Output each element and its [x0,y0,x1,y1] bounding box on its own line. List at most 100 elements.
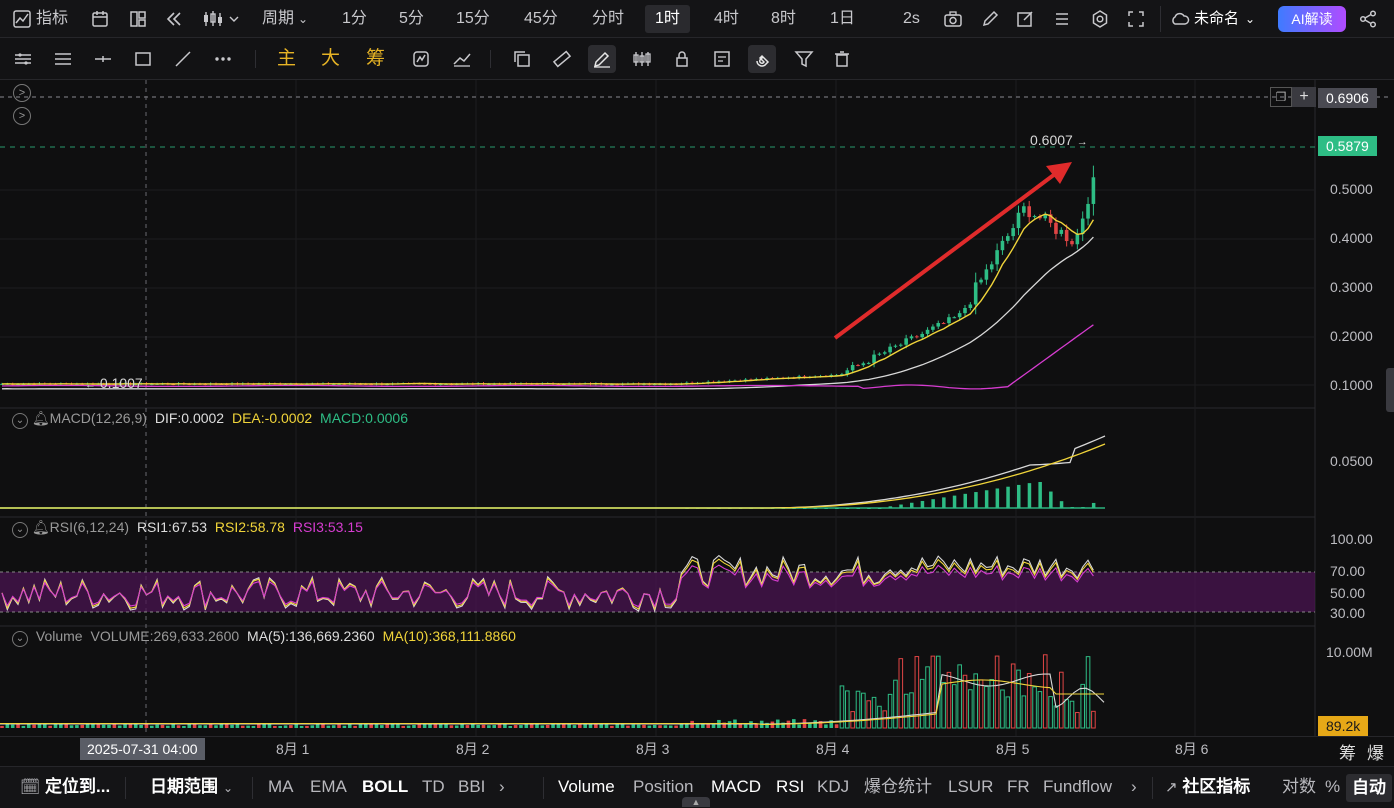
collapse-icon[interactable]: ⌄ [12,631,28,647]
sub-indicator-tab[interactable]: LSUR [948,767,993,808]
interval-button[interactable]: 1时 [645,5,690,33]
sub-indicator-tab[interactable]: Volume [558,767,615,808]
macd-bar [1038,482,1042,508]
refresh-rate[interactable]: 2s [903,0,920,38]
pencil-icon[interactable] [980,9,1000,29]
layout-name-dropdown[interactable]: 未命名 ⌄ [1194,0,1255,38]
trend-line-icon[interactable] [173,49,193,69]
camera-icon[interactable] [943,9,963,29]
sub-indicator-tab[interactable]: FR [1007,767,1030,808]
volume-bar [845,690,850,729]
date-range-dropdown[interactable]: 日期范围 ⌄ [150,767,233,808]
expand-toggle-icon[interactable]: > [13,107,31,125]
lock-icon[interactable] [672,49,692,69]
sub-indicator-tab[interactable]: 爆仓统计 [864,767,932,808]
auto-scale-toggle[interactable]: 自动 [1346,774,1392,802]
collapse-icon[interactable]: ⌄ [12,413,28,429]
main-indicator-tab[interactable]: BOLL [362,767,408,808]
fullscreen-icon[interactable] [1126,9,1146,29]
chip-tool[interactable]: 筹 [366,38,385,80]
indicator-chart-icon[interactable] [12,9,32,29]
volume-bar [337,724,341,728]
volume-bar [353,725,357,728]
arrow-left-icon: ← [85,379,96,391]
layout-split-icon[interactable] [128,9,148,29]
bars-icon[interactable] [632,49,652,69]
rectangle-icon[interactable] [133,49,153,69]
locate-button[interactable]: 🗓︎ 定位到... [20,767,110,808]
horizontal-line-icon[interactable] [93,49,113,69]
community-indicators-button[interactable]: ↗ 社区指标 [1165,767,1250,808]
draw-mode-icon[interactable] [588,45,616,73]
sidebar-handle[interactable] [1386,368,1394,412]
volume-bar [695,724,700,728]
cloud-icon[interactable] [1170,9,1190,29]
volume-bar [668,725,673,728]
indicators-button[interactable]: 指标 [36,0,68,38]
interval-button[interactable]: 1分 [342,0,367,38]
chart-type-dropdown[interactable] [202,9,240,29]
volume-bar [610,725,614,728]
volume-bar [1075,712,1080,729]
more-icon[interactable] [213,49,233,69]
gear-icon[interactable] [1090,9,1110,29]
list-settings-icon[interactable] [1052,9,1072,29]
horizontal-lines-icon[interactable] [53,49,73,69]
ruler-icon[interactable] [552,49,572,69]
interval-button[interactable]: 分时 [592,0,624,38]
calendar-icon[interactable] [90,9,110,29]
add-order-icon[interactable]: + [1292,87,1316,107]
volume-bar [454,725,459,728]
sub-indicator-tab[interactable]: MACD [711,767,761,808]
liquidation-button[interactable]: 爆 [1367,739,1384,764]
volume-bar [701,724,705,728]
bell-icon[interactable]: 🔔︎ [32,519,50,535]
sub-indicator-tab[interactable]: KDJ [817,767,849,808]
popout-icon[interactable] [1015,9,1035,29]
copy-icon[interactable] [512,49,532,69]
volume-bar [513,725,518,728]
main-indicator-tab[interactable]: MA [268,767,294,808]
chart-area[interactable]: > > 0.5000 0.4000 0.3000 0.2000 0.1000 0.690… [0,80,1394,736]
interval-button[interactable]: 1日 [830,0,855,38]
bell-icon[interactable]: 🔔︎ [32,410,50,426]
ai-interpret-button[interactable]: AI解读 [1278,6,1346,32]
volume-bar [465,725,470,728]
interval-button[interactable]: 5分 [399,0,424,38]
panel-expand-handle[interactable]: ▲ [682,797,710,807]
main-indicator-tab[interactable]: TD [422,767,445,808]
filter-icon[interactable] [794,49,814,69]
macd-dif-line [0,435,1106,509]
log-scale-toggle[interactable]: 对数 [1282,767,1316,808]
crosshair-box-icon[interactable]: ❐ [1270,87,1292,107]
main-indicator-tab[interactable]: BBI [458,767,485,808]
auto-draw-icon[interactable] [411,49,431,69]
main-indicator-tab[interactable]: EMA [310,767,347,808]
magnet-icon[interactable] [748,45,776,73]
collapse-icon[interactable]: ⌄ [12,522,28,538]
volume-bar [952,684,957,729]
rewind-icon[interactable] [164,9,184,29]
period-dropdown[interactable]: 周期 ⌄ [262,0,308,38]
signal-tool-icon[interactable] [452,49,472,69]
sub-indicator-tab[interactable]: RSI [776,767,804,808]
sub-indicators-next-icon[interactable]: › [1131,767,1137,808]
main-force-tool[interactable]: 主 [277,38,296,80]
multi-line-icon[interactable] [13,49,33,69]
interval-button[interactable]: 8时 [771,0,796,38]
percent-scale-toggle[interactable]: % [1325,767,1340,808]
chip-distribution-button[interactable]: 筹 [1339,739,1356,764]
note-icon[interactable] [712,49,732,69]
collapse-toggle-icon[interactable]: > [13,84,31,102]
rsi-axis-tick: 30.00 [1330,605,1366,621]
interval-button[interactable]: 15分 [456,0,490,38]
main-indicators-next-icon[interactable]: › [499,767,505,808]
trash-icon[interactable] [832,49,852,69]
sub-indicator-tab[interactable]: Fundflow [1043,767,1112,808]
big-order-tool[interactable]: 大 [321,38,340,80]
candle-body [850,365,855,371]
interval-button[interactable]: 4时 [714,0,739,38]
volume-bar [273,725,277,728]
share-icon[interactable] [1358,9,1378,29]
interval-button[interactable]: 45分 [524,0,558,38]
